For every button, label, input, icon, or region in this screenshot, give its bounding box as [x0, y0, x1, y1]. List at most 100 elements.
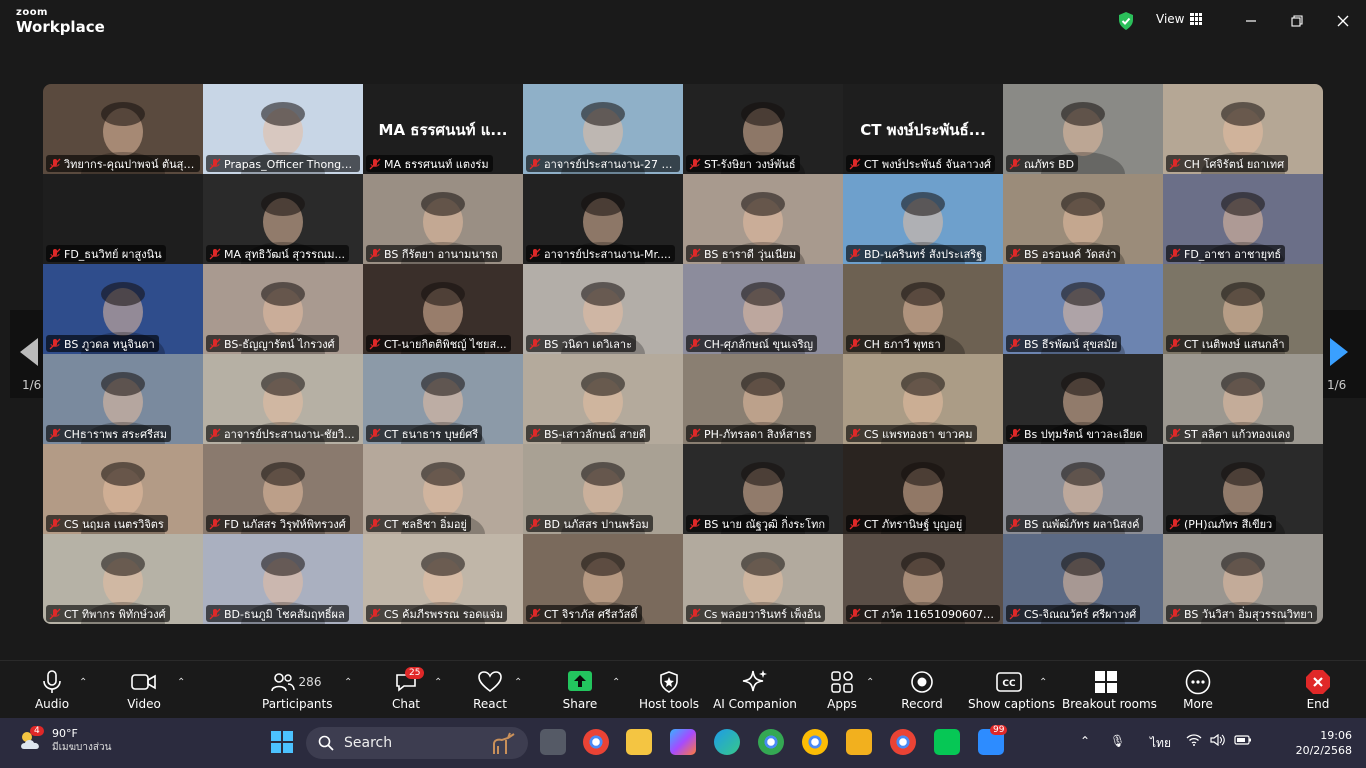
participant-tile[interactable]: BD นภัสสร ปานพร้อม — [523, 444, 683, 534]
file-explorer-icon[interactable] — [626, 729, 652, 755]
react-button[interactable]: React — [468, 669, 512, 715]
participant-tile[interactable]: CT จิราภัส ศรีสวัสดิ์ — [523, 534, 683, 624]
participant-tile[interactable]: CT ภัทรานิษฐ์ บุญอยู่ — [843, 444, 1003, 534]
participant-tile[interactable]: CT ทิพากร พิทักษ์วงศ์ — [43, 534, 203, 624]
participant-tile[interactable]: FD_อาชา อาชายุทธ์ — [1163, 174, 1323, 264]
more-button[interactable]: More — [1176, 669, 1220, 715]
chrome-profile-m-icon[interactable] — [802, 729, 828, 755]
participant-tile[interactable]: BS วันวิสา อิ่มสุวรรณวิทยา — [1163, 534, 1323, 624]
participants-options-caret[interactable]: ⌃ — [344, 677, 352, 688]
participants-button[interactable]: 286 Participants — [262, 669, 333, 715]
chat-button[interactable]: 25 Chat — [384, 667, 428, 715]
participant-tile[interactable]: อาจารย์ประสานงาน-ชัยวิ... — [203, 354, 363, 444]
participant-name-label: BS ณพัฒ์ภัทร ผลานิสงค์ — [1006, 515, 1144, 532]
participant-tile[interactable]: ณภัทร BD — [1003, 84, 1163, 174]
participant-tile[interactable]: วิทยากร-คุณปาพจน์ ตันสุวร... — [43, 84, 203, 174]
participant-tile[interactable]: BS ภูวดล หนูจินดา — [43, 264, 203, 354]
participant-tile[interactable]: CS นฤมล เนตรวิจิตร — [43, 444, 203, 534]
power-bi-icon[interactable] — [846, 729, 872, 755]
close-button[interactable] — [1331, 10, 1355, 32]
end-button[interactable]: End — [1298, 669, 1338, 715]
participant-name-label: CS แพรทองธา ขาวคม — [846, 425, 977, 442]
participant-tile[interactable]: Cs พลอยวารินทร์ เพ็งอ้น — [683, 534, 843, 624]
participant-tile[interactable]: CT พงษ์ประพันธ์... CT พงษ์ประพันธ์ จันลาว… — [843, 84, 1003, 174]
participant-tile[interactable]: BS ณพัฒ์ภัทร ผลานิสงค์ — [1003, 444, 1163, 534]
restore-button[interactable] — [1285, 10, 1309, 32]
apps-options-caret[interactable]: ⌃ — [866, 677, 874, 688]
participant-tile[interactable]: BS ธาราดี วุ่นเนียม — [683, 174, 843, 264]
participant-tile[interactable]: FD นภัสสร วิรุฬห์พิทรวงศ์ — [203, 444, 363, 534]
tray-overflow-chevron-icon[interactable]: ⌃ — [1080, 734, 1090, 748]
participant-tile[interactable]: CH โศจิรัตน์ ยถาเทศ — [1163, 84, 1323, 174]
ai-companion-button[interactable]: AI Companion — [712, 669, 798, 715]
wifi-icon[interactable] — [1186, 734, 1202, 749]
audio-options-caret[interactable]: ⌃ — [79, 677, 87, 688]
muted-mic-icon — [209, 608, 221, 620]
show-captions-button[interactable]: CC Show captions — [968, 669, 1055, 715]
chrome-profile-2-icon[interactable] — [890, 729, 916, 755]
breakout-rooms-button[interactable]: Breakout rooms — [1062, 669, 1157, 715]
record-button[interactable]: Record — [898, 669, 946, 715]
participant-tile[interactable]: CH ธภาวี พุทธา — [843, 264, 1003, 354]
microphone-tray-icon[interactable]: 🎙 — [1110, 734, 1125, 748]
participant-tile[interactable]: BS อรอนงค์ วัดสง่า — [1003, 174, 1163, 264]
participant-tile[interactable]: FD_ธนวิทย์ ผาสูงนิน — [43, 174, 203, 264]
participant-tile[interactable]: MA สุทธิวัฒน์ สุวรรณม... — [203, 174, 363, 264]
system-clock[interactable]: 19:06 20/2/2568 — [1290, 728, 1352, 758]
participant-tile[interactable]: CS-จิณณวัตร์ ศรีผาวงศ์ — [1003, 534, 1163, 624]
participant-tile[interactable]: PH-ภัทรลดา สิงห์สาธร — [683, 354, 843, 444]
react-options-caret[interactable]: ⌃ — [514, 677, 522, 688]
view-button[interactable]: View — [1156, 12, 1203, 26]
participant-tile[interactable]: BS ธีรพัฒน์ สุขสมัย — [1003, 264, 1163, 354]
participant-tile[interactable]: BS วนิดา เดวิเลาะ — [523, 264, 683, 354]
chrome-icon[interactable] — [583, 729, 609, 755]
zoom-app-icon[interactable]: 99 — [978, 725, 1008, 755]
participant-tile[interactable]: BD-ธนภูมิ โชคสัมฤทธิ์ผล — [203, 534, 363, 624]
participant-tile[interactable]: ST ลลิตา แก้วทองแดง — [1163, 354, 1323, 444]
participant-tile[interactable]: BS นาย ณัฐวุฒิ กิ่งระโทก — [683, 444, 843, 534]
participant-tile[interactable]: CT ธนาธาร บุษย์ศรี — [363, 354, 523, 444]
participant-tile[interactable]: MA ธรรศนนท์ แ... MA ธรรศนนท์ แตงร่ม — [363, 84, 523, 174]
chat-options-caret[interactable]: ⌃ — [434, 677, 442, 688]
start-button[interactable] — [270, 730, 296, 756]
weather-widget[interactable]: 4 90°F มีเมฆบางส่วน — [18, 726, 111, 755]
battery-icon[interactable] — [1234, 734, 1252, 749]
host-tools-button[interactable]: Host tools — [638, 669, 700, 715]
participant-tile[interactable]: BS กีรัตยา อานามนารถ — [363, 174, 523, 264]
share-button[interactable]: Share — [558, 669, 602, 715]
participant-tile[interactable]: CS ค้มภีรพรรณ รอดแจ่ม — [363, 534, 523, 624]
participant-tile[interactable]: BS-เสาวลักษณ์ สายดี — [523, 354, 683, 444]
share-options-caret[interactable]: ⌃ — [612, 677, 620, 688]
volume-icon[interactable] — [1210, 733, 1226, 749]
participant-tile[interactable]: Bs ปทุมรัตน์ ขาวละเอียด — [1003, 354, 1163, 444]
participant-tile[interactable]: ST-รังษิยา วงษ์พันธ์ — [683, 84, 843, 174]
participant-tile[interactable]: CH-ศุภลักษณ์ ขุนเจริญ — [683, 264, 843, 354]
participant-tile[interactable]: Prapas_Officer Thongrak — [203, 84, 363, 174]
copilot-icon[interactable] — [670, 729, 696, 755]
participant-name-label: CH ธภาวี พุทธา — [846, 335, 945, 352]
task-view-icon[interactable] — [540, 729, 566, 755]
line-app-icon[interactable] — [934, 729, 960, 755]
participant-tile[interactable]: CT ภวัต 1165109060780 — [843, 534, 1003, 624]
participant-tile[interactable]: BD-นครินทร์ สังประเสริฐ — [843, 174, 1003, 264]
participant-tile[interactable]: BS-ธัญญารัตน์ ไกรวงศ์ — [203, 264, 363, 354]
video-button[interactable]: Video — [122, 669, 166, 715]
participant-tile[interactable]: อาจารย์ประสานงาน-Mr.... — [523, 174, 683, 264]
chrome-profile-icon[interactable] — [758, 729, 784, 755]
participant-tile[interactable]: (PH)ณภัทร สีเขียว — [1163, 444, 1323, 534]
minimize-button[interactable] — [1239, 10, 1263, 32]
participant-tile[interactable]: CT ชลธิชา อิ่มอยู่ — [363, 444, 523, 534]
participant-tile[interactable]: อาจารย์ประสานงาน-27 โอม ... — [523, 84, 683, 174]
audio-button[interactable]: Audio — [30, 669, 74, 715]
captions-options-caret[interactable]: ⌃ — [1039, 677, 1047, 688]
apps-button[interactable]: Apps — [820, 669, 864, 715]
participant-tile[interactable]: CT-นายกิตติพิชญ์ ไชยส... — [363, 264, 523, 354]
video-options-caret[interactable]: ⌃ — [177, 677, 185, 688]
participant-tile[interactable]: CS แพรทองธา ขาวคม — [843, 354, 1003, 444]
participant-tile[interactable]: CT เนติพงษ์ แสนกล้า — [1163, 264, 1323, 354]
taskbar-search[interactable]: Search — [306, 727, 528, 759]
encryption-shield-icon[interactable] — [1117, 11, 1135, 31]
edge-icon[interactable] — [714, 729, 740, 755]
input-language[interactable]: ไทย — [1150, 734, 1171, 753]
participant-tile[interactable]: CHธาราพร สระศรีสม — [43, 354, 203, 444]
